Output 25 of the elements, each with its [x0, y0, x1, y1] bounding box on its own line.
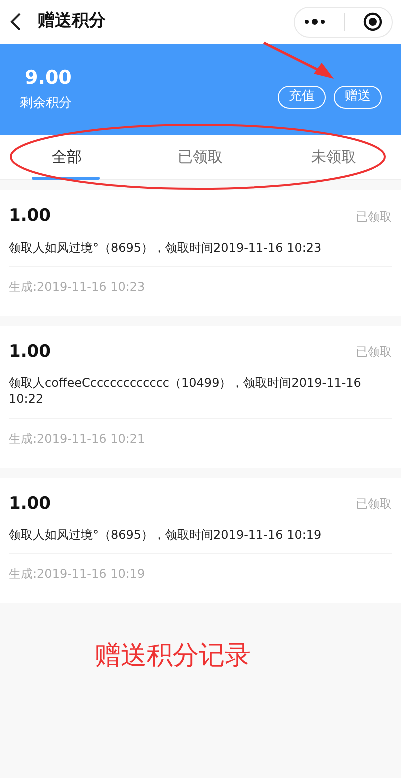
- action-button[interactable]: 充值: [278, 86, 326, 109]
- record-status: 已领取: [356, 344, 392, 362]
- record-created: 生成:2019-11-16 10:19: [9, 566, 146, 584]
- annotation-caption: 赠送积分记录: [95, 640, 252, 674]
- tab[interactable]: 全部: [12, 135, 122, 180]
- record-status: 已领取: [356, 496, 392, 514]
- record-amount: 1.00: [9, 205, 51, 228]
- annotation-arrow: [263, 42, 334, 79]
- record-detail: 领取人coffeeCcccccccccccc（10499），领取时间2019-11-16 10:22: [9, 365, 392, 419]
- record-created: 生成:2019-11-16 10:23: [9, 278, 146, 296]
- record-amount: 1.00: [9, 492, 51, 516]
- tab[interactable]: 未领取: [279, 135, 390, 180]
- record-detail: 领取人如风过境°（8695），领取时间2019-11-16 10:19: [9, 517, 392, 554]
- record-amount: 1.00: [9, 340, 51, 364]
- page-title: 赠送积分: [38, 10, 107, 34]
- record-status: 已领取: [356, 208, 392, 226]
- back-icon[interactable]: [10, 12, 22, 32]
- tab[interactable]: 已领取: [145, 135, 256, 180]
- close-icon[interactable]: [363, 12, 383, 32]
- balance-label: 剩余积分: [20, 96, 72, 112]
- balance-value: 9.00: [24, 67, 72, 90]
- record-detail: 领取人如风过境°（8695），领取时间2019-11-16 10:23: [9, 230, 392, 267]
- action-button[interactable]: 赠送: [334, 86, 382, 109]
- record-created: 生成:2019-11-16 10:21: [9, 430, 146, 448]
- more-icon[interactable]: [304, 19, 326, 25]
